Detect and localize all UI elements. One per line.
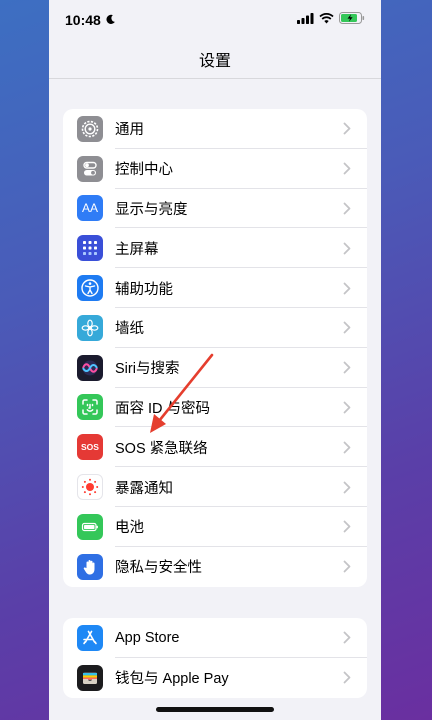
settings-item-emergency-sos[interactable]: SOS SOS 紧急联络 (63, 427, 367, 467)
settings-item-wallet[interactable]: 钱包与 Apple Pay (63, 658, 367, 698)
moon-icon (105, 12, 116, 28)
icon-text: SOS (81, 442, 99, 453)
siri-icon (77, 354, 103, 381)
chevron-right-icon (343, 202, 353, 215)
exposure-icon (77, 474, 103, 501)
chevron-right-icon (343, 361, 353, 374)
sos-icon: SOS (77, 434, 103, 461)
cellular-signal-icon (297, 11, 314, 29)
app-store-icon (77, 624, 103, 651)
wifi-icon (319, 11, 334, 29)
chevron-right-icon (343, 671, 353, 684)
settings-item-wallpaper[interactable]: 墙纸 (63, 308, 367, 348)
settings-item-label: App Store (115, 629, 180, 646)
chevron-right-icon (343, 162, 353, 175)
chevron-right-icon (343, 122, 353, 135)
settings-item-label: 主屏幕 (115, 241, 159, 258)
home-indicator (156, 707, 274, 712)
wallet-icon (77, 664, 103, 691)
settings-item-label: SOS 紧急联络 (115, 440, 208, 457)
settings-item-label: 墙纸 (115, 321, 144, 338)
settings-item-siri[interactable]: Siri与搜索 (63, 348, 367, 388)
settings-item-app-store[interactable]: App Store (63, 618, 367, 658)
status-bar: 10:48 (49, 0, 381, 40)
battery-icon (77, 513, 103, 540)
hand-icon (77, 553, 103, 580)
accessibility-icon (77, 275, 103, 302)
chevron-right-icon (343, 401, 353, 414)
status-time: 10:48 (65, 12, 116, 28)
home-grid-icon (77, 235, 103, 262)
status-icons (297, 11, 365, 29)
chevron-right-icon (343, 631, 353, 644)
phone-screen: 10:48 设置 通用 控制中心 AA 显示与亮度 主屏幕 辅助功能 墙纸 Si… (49, 0, 381, 720)
settings-group-apps: App Store 钱包与 Apple Pay (63, 618, 367, 698)
settings-item-label: 通用 (115, 122, 144, 139)
face-id-icon (77, 394, 103, 421)
chevron-right-icon (343, 321, 353, 334)
settings-item-label: 显示与亮度 (115, 201, 188, 218)
nav-bar: 设置 (49, 40, 381, 79)
icon-text: AA (81, 201, 98, 216)
settings-group-main: 通用 控制中心 AA 显示与亮度 主屏幕 辅助功能 墙纸 Siri与搜索 面容 … (63, 109, 367, 587)
chevron-right-icon (343, 441, 353, 454)
gear-icon (77, 115, 103, 142)
settings-item-accessibility[interactable]: 辅助功能 (63, 268, 367, 308)
settings-item-privacy[interactable]: 隐私与安全性 (63, 547, 367, 587)
battery-charging-icon (339, 11, 365, 29)
chevron-right-icon (343, 481, 353, 494)
chevron-right-icon (343, 282, 353, 295)
toggles-icon (77, 155, 103, 182)
settings-item-face-id[interactable]: 面容 ID 与密码 (63, 388, 367, 428)
settings-item-label: 钱包与 Apple Pay (115, 671, 229, 688)
settings-item-display[interactable]: AA 显示与亮度 (63, 189, 367, 229)
settings-item-home-screen[interactable]: 主屏幕 (63, 228, 367, 268)
page-title: 设置 (198, 53, 231, 70)
settings-item-control-center[interactable]: 控制中心 (63, 149, 367, 189)
text-size-icon: AA (77, 195, 103, 222)
flower-icon (77, 314, 103, 341)
chevron-right-icon (343, 520, 353, 533)
settings-item-exposure-notifications[interactable]: 暴露通知 (63, 467, 367, 507)
settings-item-label: 隐私与安全性 (115, 560, 202, 577)
settings-item-label: 控制中心 (115, 162, 173, 179)
chevron-right-icon (343, 242, 353, 255)
settings-item-label: 电池 (115, 520, 144, 537)
settings-item-label: Siri与搜索 (115, 361, 180, 378)
chevron-right-icon (343, 560, 353, 573)
settings-item-general[interactable]: 通用 (63, 109, 367, 149)
settings-item-label: 暴露通知 (115, 480, 173, 497)
settings-item-label: 辅助功能 (115, 281, 173, 298)
settings-item-battery[interactable]: 电池 (63, 507, 367, 547)
settings-item-label: 面容 ID 与密码 (115, 400, 211, 417)
time-text: 10:48 (65, 12, 101, 28)
